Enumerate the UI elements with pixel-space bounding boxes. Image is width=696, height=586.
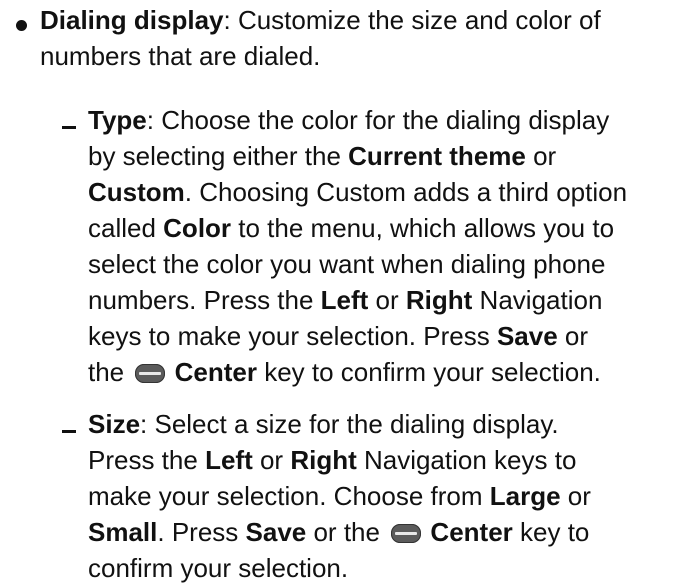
color-term: Color	[163, 213, 232, 243]
center-key-term: Center	[430, 517, 513, 547]
bullet-icon	[16, 20, 27, 31]
dash-icon	[62, 126, 76, 129]
left-key-term: Left	[205, 445, 253, 475]
dash-icon	[62, 430, 76, 433]
save-term: Save	[245, 517, 307, 547]
dialing-display-title: Dialing display	[40, 5, 224, 35]
small-term: Small	[88, 517, 158, 547]
type-label: Type	[88, 105, 147, 135]
current-theme-term: Current theme	[348, 141, 526, 171]
size-label: Size	[88, 409, 141, 439]
right-key-term: Right	[290, 445, 357, 475]
type-text: Type: Choose the color for the dialing d…	[88, 105, 628, 387]
dialing-display-text: Dialing display: Customize the size and …	[40, 5, 601, 71]
custom-term: Custom	[88, 177, 185, 207]
center-key-icon	[391, 524, 422, 543]
center-key-icon	[135, 364, 166, 383]
size-text: Size: Select a size for the dialing disp…	[88, 409, 591, 583]
center-key-term: Center	[174, 357, 257, 387]
right-key-term: Right	[405, 285, 473, 315]
left-key-term: Left	[320, 285, 369, 315]
manual-page: Dialing display: Customize the size and …	[0, 0, 696, 583]
large-term: Large	[489, 481, 561, 511]
save-term: Save	[496, 321, 558, 351]
